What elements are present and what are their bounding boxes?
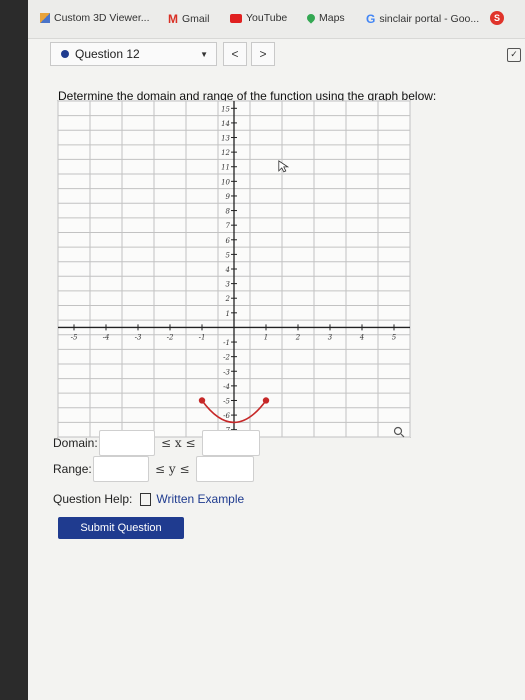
x-tick-label: 4: [359, 333, 364, 341]
y-tick-label: -3: [223, 368, 230, 376]
domain-lower-input[interactable]: [99, 430, 155, 456]
y-tick-label: 15: [221, 105, 230, 113]
y-tick-label: 3: [226, 281, 231, 289]
y-tick-label: -6: [223, 412, 230, 420]
y-tick-label: 6: [226, 237, 231, 245]
y-tick-label: 1: [226, 310, 230, 318]
written-example-link[interactable]: Written Example: [140, 492, 244, 506]
x-tick-label: 1: [264, 333, 268, 341]
curve-endpoint-left: [198, 397, 206, 404]
x-tick-label: -4: [103, 333, 110, 341]
range-lower-input[interactable]: [93, 456, 149, 482]
range-inequality: ≤ y ≤: [155, 462, 190, 476]
browser-page: Custom 3D Viewer... M Gmail YouTube Maps…: [28, 0, 525, 700]
domain-row: Domain: ≤ x ≤: [53, 430, 260, 456]
x-tick-label: -5: [71, 333, 78, 341]
domain-upper-input[interactable]: [201, 430, 260, 456]
y-tick-label: 7: [226, 222, 231, 230]
range-upper-input[interactable]: [195, 456, 254, 482]
y-tick-label: 10: [221, 178, 230, 186]
y-tick-label: 8: [226, 208, 231, 216]
domain-inequality: ≤ x ≤: [161, 436, 196, 450]
y-tick-label: 11: [221, 164, 230, 172]
y-tick-label: 2: [225, 295, 231, 303]
question-help: Question Help: Written Example: [53, 492, 244, 506]
curve-endpoint-right: [262, 397, 270, 404]
x-tick-label: -3: [135, 333, 142, 341]
y-tick-label: 4: [225, 266, 230, 274]
y-tick-label: -1: [223, 339, 230, 347]
range-row: Range: ≤ y ≤: [53, 456, 254, 482]
x-tick-label: -1: [199, 333, 206, 341]
y-tick-label: 5: [226, 251, 231, 259]
y-tick-label: 13: [221, 135, 230, 143]
range-label: Range:: [53, 462, 92, 476]
x-tick-label: 5: [392, 333, 397, 341]
y-tick-label: 9: [226, 193, 231, 201]
domain-label: Domain:: [53, 436, 98, 450]
y-tick-label: -5: [223, 397, 230, 405]
submit-question-button[interactable]: Submit Question: [58, 517, 184, 539]
x-tick-label: 2: [295, 333, 301, 341]
x-tick-label: -2: [167, 333, 174, 341]
function-graph: -5 -4 -3 -2 -1 1 2 3 4 5151413121110987654321-1-2…: [57, 100, 411, 438]
y-tick-label: 14: [221, 120, 230, 128]
document-icon: [140, 492, 152, 506]
y-tick-label: 12: [221, 149, 230, 157]
y-tick-label: -2: [223, 354, 230, 362]
help-label: Question Help:: [53, 492, 133, 506]
x-tick-label: 3: [328, 333, 333, 341]
y-tick-label: -4: [223, 383, 230, 391]
